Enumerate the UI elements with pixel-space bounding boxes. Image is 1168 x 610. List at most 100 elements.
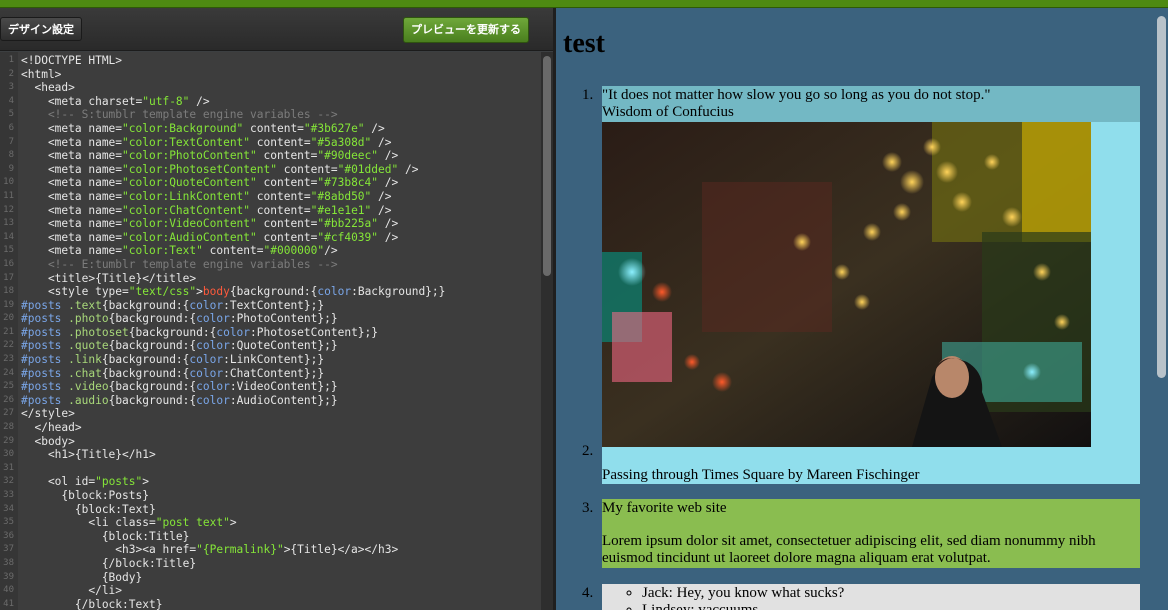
line-number: 36 [3,530,14,541]
code-line[interactable]: 35 <li class="post text"> [0,516,540,530]
code-line[interactable]: 25 #posts .video{background:{color:VideoC… [0,380,540,394]
code-line[interactable]: 13 <meta name="color:VideoContent" conte… [0,217,540,231]
code-line[interactable]: 6 <meta name="color:Background" content=… [0,122,540,136]
code-token: <meta charset= [21,94,143,108]
code-line[interactable]: 31 [0,462,540,476]
code-token: <!-- E:tumblr template engine variables … [21,257,338,271]
line-number: 16 [3,258,14,269]
code-line[interactable]: 36 {block:Title} [0,530,540,544]
code-line[interactable]: 5 <!-- S:tumblr template engine variable… [0,108,540,122]
blog-title: test [563,28,605,59]
code-token: content= [256,230,318,244]
code-line[interactable]: 26 #posts .audio{background:{color:AudioC… [0,394,540,408]
line-number: 18 [3,286,14,297]
code-line[interactable]: 39 {Body} [0,571,540,585]
preview-scrollbar-thumb[interactable] [1157,16,1166,378]
browser-top-strip [0,0,1168,8]
code-line[interactable]: 18 <style type="text/css">body{backgroun… [0,285,540,299]
code-line[interactable]: 12 <meta name="color:ChatContent" conten… [0,204,540,218]
code-token: "#8abd50" [310,189,372,203]
code-line[interactable]: 38 {/block:Title} [0,557,540,571]
post-link: 3. My favorite web site Lorem ipsum dolo… [582,499,1140,568]
code-token: .link [68,353,102,367]
code-line[interactable]: 27 </style> [0,407,540,421]
code-line[interactable]: 15 <meta name="color:Text" content="#000… [0,244,540,258]
code-token: color [189,298,224,312]
line-number: 34 [3,503,14,514]
chat-lines: Jack: Hey, you know what sucks? Lindsey:… [624,585,1140,610]
editor-toolbar: デザイン設定 プレビューを更新する [0,8,553,51]
code-line[interactable]: 32 <ol id="posts"> [0,475,540,489]
code-token: content= [202,244,264,258]
code-text: <meta name="color:AudioContent" content=… [14,231,398,245]
code-line[interactable]: 21 #posts .photoset{background:{color:Pho… [0,326,540,340]
code-token: color [196,339,230,353]
code-line[interactable]: 40 </li> [0,584,540,598]
code-line[interactable]: 28 </head> [0,421,540,435]
code-line[interactable]: 41 {/block:Text} [0,598,540,610]
code-token: >{Title}</a></h3> [283,543,399,557]
line-number: 11 [3,190,14,201]
update-preview-button[interactable]: プレビューを更新する [403,17,529,43]
code-text: #posts .audio{background:{color:AudioCon… [14,394,338,408]
code-line[interactable]: 24 #posts .chat{background:{color:ChatCon… [0,367,540,381]
times-square-photo[interactable] [602,122,1091,447]
link-title[interactable]: My favorite web site [602,500,1140,517]
code-line[interactable]: 30 <h1>{Title}</h1> [0,448,540,462]
code-token: > [142,475,149,489]
code-line[interactable]: 8 <meta name="color:PhotoContent" conten… [0,149,540,163]
code-line[interactable]: 34 {block:Text} [0,503,540,517]
design-settings-button[interactable]: デザイン設定 [0,17,82,41]
code-token: color [189,353,224,367]
code-token: "color:VideoContent" [122,217,257,231]
editor-scrollbar[interactable] [541,52,553,610]
link-description: Lorem ipsum dolor sit amet, consectetuer… [602,533,1096,566]
code-line[interactable]: 22 #posts .quote{background:{color:QuoteC… [0,339,540,353]
code-token: /> [364,121,385,135]
code-line[interactable]: 14 <meta name="color:AudioContent" conte… [0,231,540,245]
code-token: #posts [21,339,69,353]
code-line[interactable]: 7 <meta name="color:TextContent" content… [0,136,540,150]
code-token: color [196,393,230,407]
line-number: 29 [3,435,14,446]
code-line[interactable]: 37 <h3><a href="{Permalink}">{Title}</a>… [0,543,540,557]
code-token: {block:Text} [21,502,156,516]
code-line[interactable]: 1 <!DOCTYPE HTML> [0,54,540,68]
editor-scrollbar-thumb[interactable] [543,56,551,276]
code-token: </head> [21,421,82,435]
code-token: /> [371,189,392,203]
code-line[interactable]: 16 <!-- E:tumblr template engine variabl… [0,258,540,272]
code-line[interactable]: 11 <meta name="color:LinkContent" conten… [0,190,540,204]
code-lines[interactable]: 1 <!DOCTYPE HTML> 2 <html> 3 <head> 4 <meta c… [0,54,540,610]
code-token: #posts [21,353,69,367]
code-token: /> [378,149,399,163]
code-token: .quote [68,339,109,353]
line-number: 41 [3,598,14,609]
code-token: "post text" [155,516,230,530]
code-line[interactable]: 3 <head> [0,81,540,95]
code-token: "#000000" [263,244,325,258]
code-line[interactable]: 9 <meta name="color:PhotosetContent" con… [0,163,540,177]
post-photo: 2. Passing through Times Square by Maree… [582,122,1140,484]
code-line[interactable]: 2 <html> [0,68,540,82]
code-editor[interactable]: 1 <!DOCTYPE HTML> 2 <html> 3 <head> 4 <meta c… [0,52,553,610]
code-line[interactable]: 17 <title>{Title}</title> [0,272,540,286]
code-line[interactable]: 29 <body> [0,435,540,449]
code-token: .audio [68,393,109,407]
photo-caption: Passing through Times Square by Mareen F… [602,467,920,483]
code-line[interactable]: 20 #posts .photo{background:{color:PhotoC… [0,312,540,326]
code-token: content= [250,203,311,217]
code-text: <head> [14,81,74,95]
code-line[interactable]: 4 <meta charset="utf-8" /> [0,95,540,109]
code-line[interactable]: 10 <meta name="color:QuoteContent" conte… [0,176,540,190]
code-token: :LinkContent};} [223,353,325,367]
code-token: </style> [21,407,75,421]
code-token: {block:Posts} [21,489,149,502]
post-number: 1. [582,87,594,103]
code-text: <meta name="color:PhotoContent" content=… [14,149,398,163]
code-line[interactable]: 19 #posts .text{background:{color:TextCon… [0,299,540,313]
code-line[interactable]: 33 {block:Posts} [0,489,540,503]
preview-scrollbar[interactable] [1154,8,1168,610]
code-line[interactable]: 23 #posts .link{background:{color:LinkCon… [0,353,540,367]
code-text: <style type="text/css">body{background:{… [14,285,445,299]
